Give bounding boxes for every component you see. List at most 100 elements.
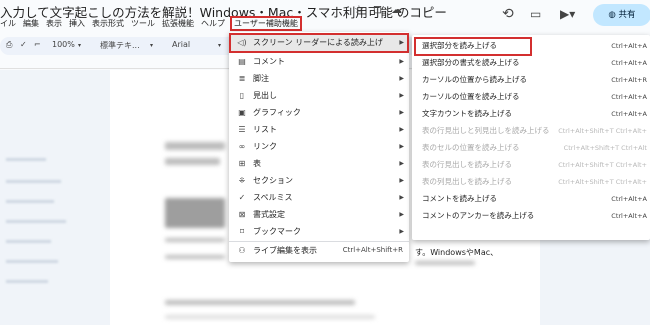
menu-help[interactable]: ヘルプ	[201, 18, 225, 29]
menu-accessibility[interactable]: ユーザー補助機能	[230, 16, 302, 31]
menu-item-label: 脚注	[253, 74, 269, 83]
chevron-right-icon: ▶	[399, 143, 404, 150]
chevron-right-icon: ▶	[399, 160, 404, 167]
submenu-item[interactable]: コメントのアンカーを読み上げる Ctrl+Alt+A	[412, 208, 650, 225]
outline-item[interactable]	[6, 280, 48, 283]
chevron-right-icon: ▶	[399, 92, 404, 99]
blurred-text	[165, 238, 225, 242]
cloud-status-icon[interactable]: ☁	[391, 3, 402, 16]
chevron-down-icon: ▾	[150, 42, 154, 49]
move-folder-icon[interactable]: ⊡	[373, 3, 382, 16]
chevron-right-icon: ▶	[399, 126, 404, 133]
footnote-icon: ≣	[238, 74, 246, 83]
history-icon[interactable]: ⟲	[502, 6, 514, 22]
chevron-right-icon: ▶	[399, 177, 404, 184]
share-button[interactable]: ◍ 共有	[593, 4, 650, 26]
submenu-item[interactable]: カーソルの位置から読み上げる Ctrl+Alt+R	[412, 72, 650, 89]
menu-item-label: スペルミス	[253, 193, 293, 202]
menu-item-spelling[interactable]: ✓ スペルミス ▶	[229, 189, 409, 206]
menu-item-label: 書式設定	[253, 210, 285, 219]
menu-item-label: コメント	[253, 57, 285, 66]
menu-tools[interactable]: ツール	[131, 18, 155, 29]
highlight-box	[229, 33, 409, 53]
highlight-box	[414, 37, 532, 56]
submenu-item-shortcut: Ctrl+Alt+Shift+T Ctrl+Alt	[563, 144, 647, 152]
star-icon[interactable]: ☆	[354, 3, 364, 16]
menu-bar: イル 編集 表示 挿入 表示形式 ツール 拡張機能 ヘルプ ユーザー補助機能	[0, 16, 307, 32]
submenu-item[interactable]: 選択部分の書式を読み上げる Ctrl+Alt+A	[412, 55, 650, 72]
menu-item-sections[interactable]: ⁜ セクション ▶	[229, 172, 409, 189]
table-icon: ⊞	[238, 159, 246, 168]
paint-format-icon[interactable]: ⌐	[34, 40, 41, 49]
zoom-select[interactable]: 100%	[52, 40, 75, 49]
submenu-item-label: コメントのアンカーを読み上げる	[422, 211, 535, 220]
chevron-right-icon: ▶	[399, 109, 404, 116]
title-bar: 入力して文字起こしの方法を解説！Windows・Mac・スマホ利用可能 のコピー…	[0, 0, 650, 20]
screen-reader-submenu: 選択部分を読み上げる Ctrl+Alt+A 選択部分の書式を読み上げる Ctrl+A…	[412, 35, 650, 240]
comments-icon[interactable]: ▭	[530, 7, 541, 21]
menu-item-bookmarks[interactable]: ⌑ ブックマーク ▶	[229, 223, 409, 240]
menu-item-label: リスト	[253, 125, 277, 134]
submenu-item-shortcut: Ctrl+Alt+R	[611, 76, 647, 84]
submenu-item[interactable]: 表の行見出しを読み上げる Ctrl+Alt+Shift+T Ctrl+Alt+	[412, 157, 650, 174]
blurred-text	[165, 300, 355, 305]
submenu-item[interactable]: 表のセルの位置を読み上げる Ctrl+Alt+Shift+T Ctrl+Alt	[412, 140, 650, 157]
menu-insert[interactable]: 挿入	[69, 18, 85, 29]
submenu-item-label: カーソルの位置を読み上げる	[422, 92, 520, 101]
submenu-item[interactable]: コメントを読み上げる Ctrl+Alt+A	[412, 191, 650, 208]
chevron-right-icon: ▶	[399, 58, 404, 65]
globe-icon: ◍	[608, 10, 619, 20]
outline-item[interactable]	[6, 158, 46, 161]
menu-edit[interactable]: 編集	[23, 18, 39, 29]
submenu-item-shortcut: Ctrl+Alt+Shift+T Ctrl+Alt+	[558, 127, 647, 135]
menu-extensions[interactable]: 拡張機能	[162, 18, 194, 29]
body-text: す。WindowsやMac、	[415, 248, 499, 257]
share-label: 共有	[618, 10, 636, 20]
menu-item-label: 表	[253, 159, 261, 168]
font-select[interactable]: Arial	[172, 40, 190, 49]
meet-icon[interactable]: ▶▾	[560, 7, 575, 21]
print-icon[interactable]: ⎙	[6, 40, 12, 50]
submenu-item[interactable]: 文字カウントを読み上げる Ctrl+Alt+A	[412, 106, 650, 123]
menu-item-label: グラフィック	[253, 108, 301, 117]
spellcheck-toolbar-icon[interactable]: ✓	[20, 40, 27, 49]
outline-item[interactable]	[6, 200, 54, 203]
menu-item-label: 見出し	[253, 91, 277, 100]
chevron-right-icon: ▶	[399, 211, 404, 218]
submenu-item[interactable]: カーソルの位置を読み上げる Ctrl+Alt+A	[412, 89, 650, 106]
menu-item-graphics[interactable]: ▣ グラフィック ▶	[229, 104, 409, 121]
outline-item[interactable]	[6, 180, 61, 183]
menu-item-live-edits[interactable]: ⚇ ライブ編集を表示 Ctrl+Alt+Shift+R	[229, 242, 409, 259]
submenu-item-label: 表の行見出しと列見出しを読み上げる	[422, 126, 550, 135]
menu-item-comments[interactable]: ▤ コメント ▶	[229, 53, 409, 70]
outline-item[interactable]	[6, 220, 66, 223]
menu-item-headings[interactable]: ▯ 見出し ▶	[229, 87, 409, 104]
blurred-heading	[165, 158, 220, 165]
menu-file[interactable]: イル	[0, 18, 16, 29]
submenu-item-shortcut: Ctrl+Alt+Shift+T Ctrl+Alt+	[558, 178, 647, 186]
link-icon: ∞	[238, 142, 246, 151]
chevron-down-icon: ▾	[218, 42, 222, 49]
live-edit-icon: ⚇	[238, 246, 246, 255]
menu-item-lists[interactable]: ☰ リスト ▶	[229, 121, 409, 138]
menu-item-tables[interactable]: ⊞ 表 ▶	[229, 155, 409, 172]
blurred-text	[415, 261, 475, 265]
outline-item[interactable]	[6, 240, 51, 243]
blurred-text	[165, 315, 375, 319]
outline-item[interactable]	[6, 260, 58, 263]
menu-item-formatting[interactable]: ⊠ 書式設定 ▶	[229, 206, 409, 223]
menu-item-links[interactable]: ∞ リンク ▶	[229, 138, 409, 155]
style-select[interactable]: 標準テキ...	[100, 40, 140, 51]
list-icon: ☰	[238, 125, 246, 134]
heading-icon: ▯	[239, 91, 245, 100]
submenu-item-shortcut: Ctrl+Alt+A	[611, 42, 647, 50]
submenu-item[interactable]: 表の行見出しと列見出しを読み上げる Ctrl+Alt+Shift+T Ctrl+A…	[412, 123, 650, 140]
blurred-image	[165, 198, 225, 228]
submenu-item-label: 表のセルの位置を読み上げる	[422, 143, 520, 152]
menu-item-footnotes[interactable]: ≣ 脚注 ▶	[229, 70, 409, 87]
menu-format[interactable]: 表示形式	[92, 18, 124, 29]
submenu-item[interactable]: 表の列見出しを読み上げる Ctrl+Alt+Shift+T Ctrl+Alt+	[412, 174, 650, 191]
submenu-item-label: 表の列見出しを読み上げる	[422, 177, 512, 186]
menu-item-shortcut: Ctrl+Alt+Shift+R	[342, 246, 403, 254]
menu-view[interactable]: 表示	[46, 18, 62, 29]
